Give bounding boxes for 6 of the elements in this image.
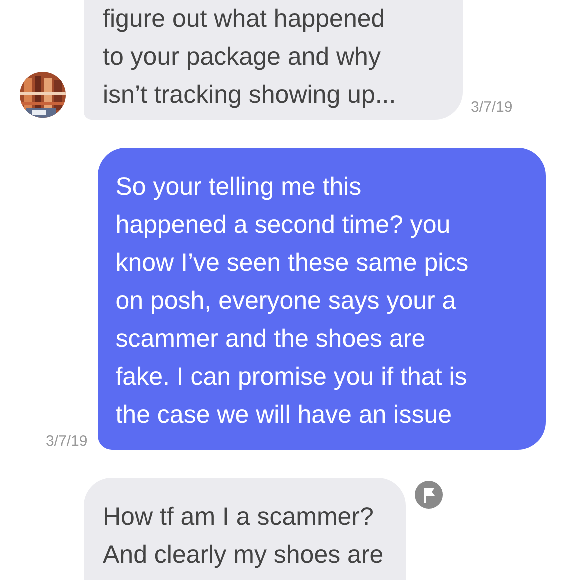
message-date: 3/7/19 (471, 99, 513, 116)
message-date: 3/7/19 (46, 433, 88, 450)
flag-icon[interactable] (414, 480, 444, 510)
message-bubble: How tf am I a scammer? And clearly my shoes are (84, 478, 406, 580)
message-bubble: figure out what happened to your package and why isn’t tracking showing up... (84, 0, 463, 120)
message-bubble: So your telling me this happened a second time? you know I’ve seen these same pics on posh, everyone says your a scammer and the shoes are fake. I can promise you if that is the case we will have an issue (98, 148, 546, 450)
